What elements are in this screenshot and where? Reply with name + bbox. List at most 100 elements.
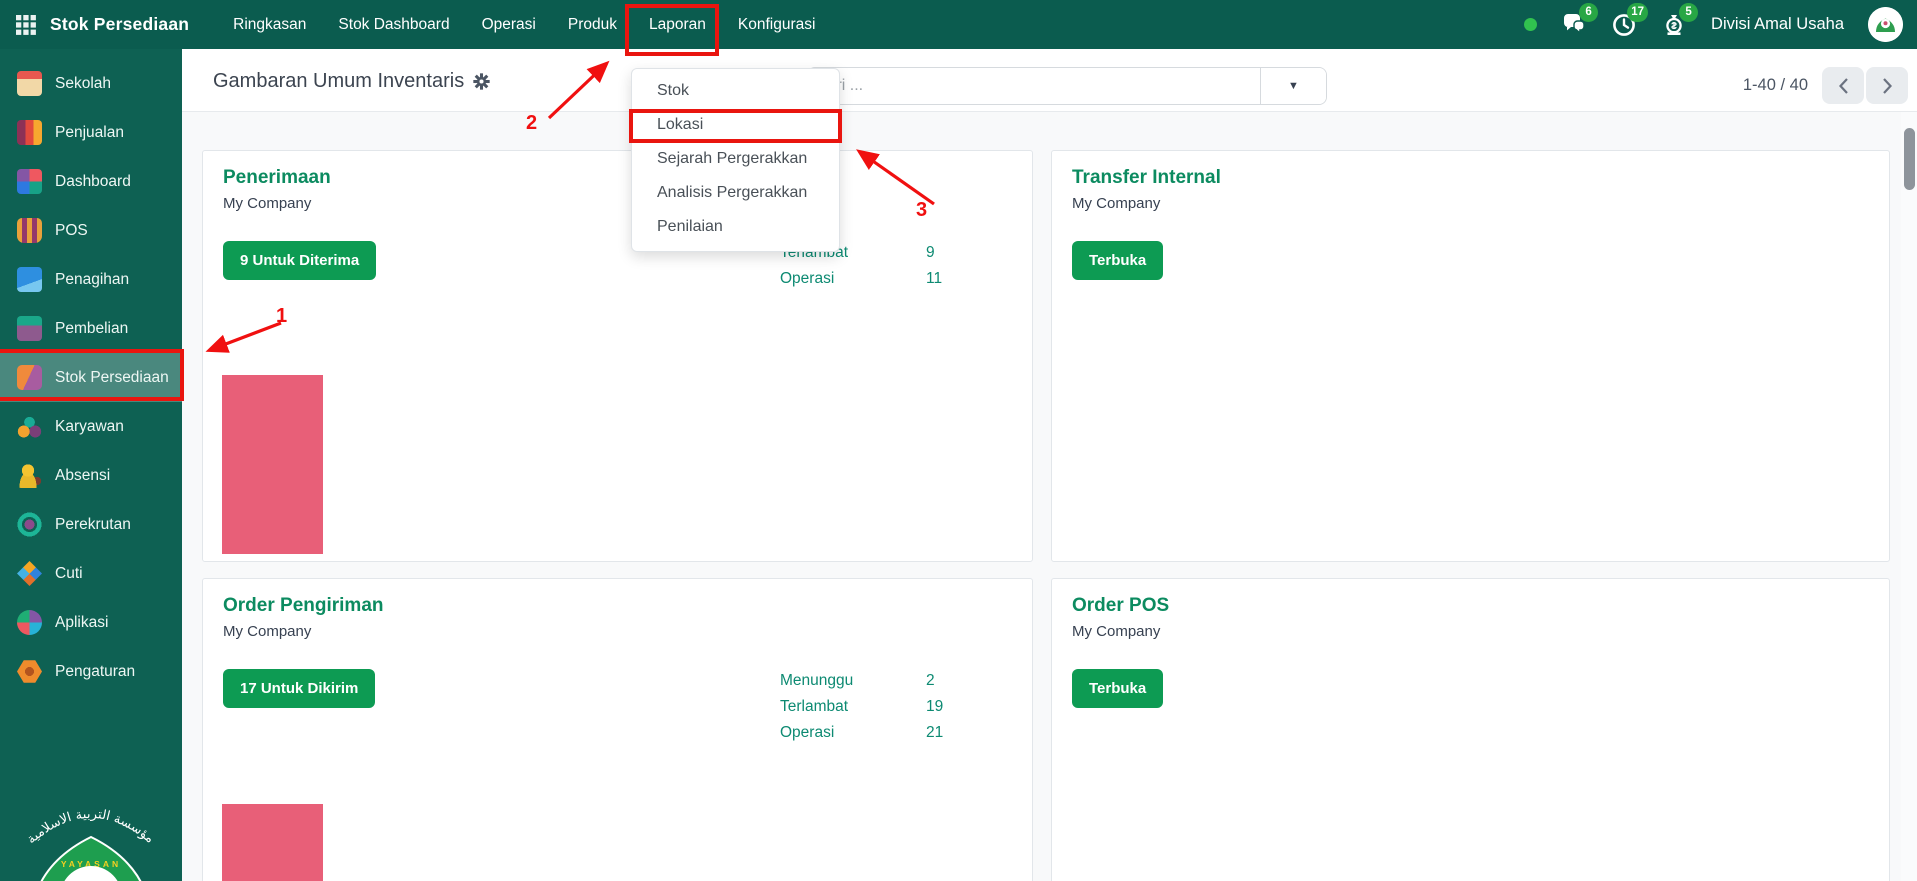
nav-right-cluster: 6 17 5 Divisi Amal Usaha <box>1524 7 1903 42</box>
pengaturan-app-icon <box>17 659 42 684</box>
nav-item-laporan[interactable]: Laporan <box>649 16 706 34</box>
card-company: My Company <box>223 195 1012 212</box>
sidebar-item-label: Absensi <box>55 467 110 485</box>
nav-menu: Ringkasan Stok Dashboard Operasi Produk … <box>233 16 815 34</box>
menu-item-analisis-pergerakkan[interactable]: Analisis Pergerakkan <box>632 176 839 210</box>
penagihan-app-icon <box>17 267 42 292</box>
chevron-left-icon <box>1838 77 1849 95</box>
sidebar-item-sekolah[interactable]: Sekolah <box>0 59 182 108</box>
messages-badge: 6 <box>1579 3 1598 22</box>
pager-next-button[interactable] <box>1866 67 1908 104</box>
apps-grid-icon[interactable] <box>16 15 36 35</box>
pager: 1-40 / 40 <box>1743 67 1908 104</box>
terbuka-button[interactable]: Terbuka <box>1072 669 1163 708</box>
sidebar-item-penagihan[interactable]: Penagihan <box>0 255 182 304</box>
top-navbar: Stok Persediaan Ringkasan Stok Dashboard… <box>0 0 1917 49</box>
stat-value: 9 <box>926 244 935 262</box>
nav-item-konfigurasi[interactable]: Konfigurasi <box>738 16 816 34</box>
untuk-diterima-button[interactable]: 9 Untuk Diterima <box>223 241 376 280</box>
sidebar-item-pos[interactable]: POS <box>0 206 182 255</box>
chevron-right-icon <box>1882 77 1893 95</box>
annotation-step-2: 2 <box>526 112 537 135</box>
stat-terlambat[interactable]: Terlambat19 <box>780 694 970 720</box>
sidebar-item-stok-persediaan[interactable]: Stok Persediaan <box>0 353 182 402</box>
search-bar: ▼ <box>807 67 1327 105</box>
menu-item-stok[interactable]: Stok <box>632 74 839 108</box>
breadcrumb: Gambaran Umum Inventaris <box>213 70 490 93</box>
page-title: Gambaran Umum Inventaris <box>213 70 464 93</box>
card-title-link[interactable]: Order POS <box>1072 595 1869 617</box>
terbuka-button[interactable]: Terbuka <box>1072 241 1163 280</box>
user-avatar[interactable] <box>1868 7 1903 42</box>
penjualan-app-icon <box>17 120 42 145</box>
sidebar-item-dashboard[interactable]: Dashboard <box>0 157 182 206</box>
app-title: Stok Persediaan <box>50 14 189 35</box>
card-title-link[interactable]: Order Pengiriman <box>223 595 1012 617</box>
requests-button[interactable]: 5 <box>1661 12 1687 38</box>
sidebar-item-label: POS <box>55 222 88 240</box>
requests-badge: 5 <box>1679 3 1698 22</box>
search-input[interactable] <box>808 68 1260 104</box>
pos-app-icon <box>17 218 42 243</box>
vertical-scrollbar-thumb[interactable] <box>1904 128 1915 190</box>
pager-previous-button[interactable] <box>1822 67 1864 104</box>
pager-range: 1-40 / 40 <box>1743 76 1808 95</box>
card-penerimaan: Penerimaan My Company 9 Untuk Diterima T… <box>202 150 1033 562</box>
stat-operasi[interactable]: Operasi21 <box>780 720 970 746</box>
yayasan-dqi-logo: مؤسسة التربية الاسلامية YAYASAN DQI TANA… <box>8 791 174 881</box>
cuti-app-icon <box>17 561 42 586</box>
absensi-app-icon <box>17 463 42 488</box>
sidebar-item-label: Penagihan <box>55 271 129 289</box>
stat-menunggu[interactable]: Menunggu2 <box>780 668 970 694</box>
card-order-pengiriman: Order Pengiriman My Company 17 Untuk Dik… <box>202 578 1033 881</box>
menu-item-lokasi[interactable]: Lokasi <box>632 108 839 142</box>
nav-item-ringkasan[interactable]: Ringkasan <box>233 16 306 34</box>
search-filter-toggle[interactable]: ▼ <box>1260 68 1326 104</box>
vertical-scrollbar-track[interactable] <box>1901 112 1917 881</box>
gear-icon[interactable] <box>473 73 490 90</box>
sidebar-item-pengaturan[interactable]: Pengaturan <box>0 647 182 696</box>
sekolah-app-icon <box>17 71 42 96</box>
card-company: My Company <box>1072 623 1869 640</box>
stok-persediaan-app-icon <box>17 365 42 390</box>
sidebar-item-cuti[interactable]: Cuti <box>0 549 182 598</box>
sidebar-item-aplikasi[interactable]: Aplikasi <box>0 598 182 647</box>
sidebar-item-label: Dashboard <box>55 173 131 191</box>
nav-item-produk[interactable]: Produk <box>568 16 617 34</box>
sidebar-item-absensi[interactable]: Absensi <box>0 451 182 500</box>
graph-bar <box>222 804 323 881</box>
card-transfer-internal: Transfer Internal My Company Terbuka <box>1051 150 1890 562</box>
sidebar-item-label: Karyawan <box>55 418 124 436</box>
company-switcher[interactable]: Divisi Amal Usaha <box>1711 15 1844 34</box>
messages-button[interactable]: 6 <box>1561 12 1587 38</box>
karyawan-app-icon <box>17 414 42 439</box>
caret-down-icon: ▼ <box>1288 80 1299 92</box>
card-company: My Company <box>223 623 1012 640</box>
sidebar-item-pembelian[interactable]: Pembelian <box>0 304 182 353</box>
card-title-link[interactable]: Penerimaan <box>223 167 1012 189</box>
menu-item-sejarah-pergerakkan[interactable]: Sejarah Pergerakkan <box>632 142 839 176</box>
sidebar-item-penjualan[interactable]: Penjualan <box>0 108 182 157</box>
laporan-dropdown-menu: Stok Lokasi Sejarah Pergerakkan Analisis… <box>631 68 840 252</box>
activities-button[interactable]: 17 <box>1611 12 1637 38</box>
stat-value: 21 <box>926 724 943 742</box>
nav-item-stok-dashboard[interactable]: Stok Dashboard <box>338 16 449 34</box>
sidebar-item-label: Aplikasi <box>55 614 108 632</box>
untuk-dikirim-button[interactable]: 17 Untuk Dikirim <box>223 669 375 708</box>
graph-bar <box>222 375 323 554</box>
sidebar-item-perekrutan[interactable]: Perekrutan <box>0 500 182 549</box>
sidebar-item-label: Sekolah <box>55 75 111 93</box>
menu-item-penilaian[interactable]: Penilaian <box>632 210 839 244</box>
sidebar: Sekolah Penjualan Dashboard POS Penagiha… <box>0 49 182 881</box>
stat-value: 11 <box>926 270 942 288</box>
sidebar-item-karyawan[interactable]: Karyawan <box>0 402 182 451</box>
sidebar-item-label: Cuti <box>55 565 83 583</box>
card-order-pos: Order POS My Company Terbuka <box>1051 578 1890 881</box>
dashboard-app-icon <box>17 169 42 194</box>
stat-value: 2 <box>926 672 935 690</box>
card-company: My Company <box>1072 195 1869 212</box>
card-title-link[interactable]: Transfer Internal <box>1072 167 1869 189</box>
nav-item-operasi[interactable]: Operasi <box>482 16 536 34</box>
stat-operasi[interactable]: Operasi11 <box>780 266 970 292</box>
card-stats: Menunggu2 Terlambat19 Operasi21 <box>780 668 970 746</box>
